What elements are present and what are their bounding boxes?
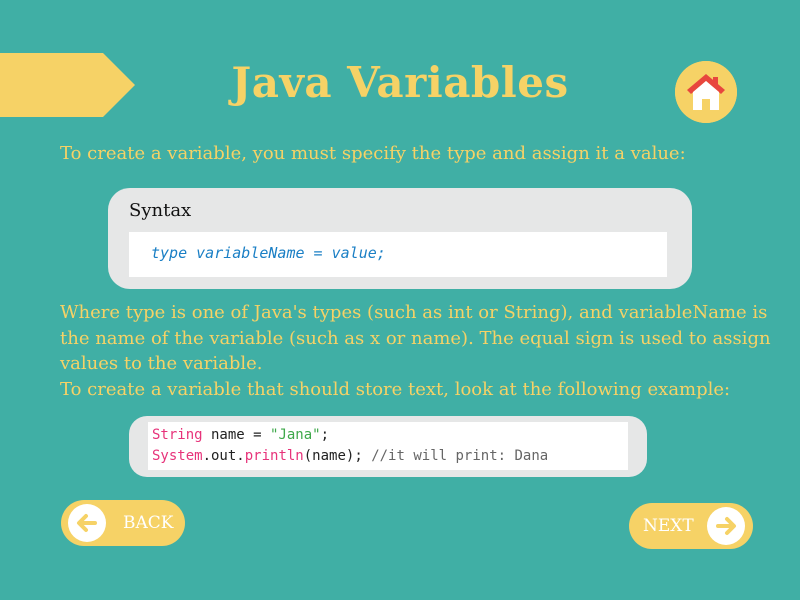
code-text: name = bbox=[202, 427, 271, 443]
code-string-literal: "Jana" bbox=[270, 427, 321, 443]
code-line-1: String name = "Jana"; bbox=[152, 425, 624, 446]
next-button[interactable]: NEXT bbox=[629, 503, 753, 549]
arrow-right-icon bbox=[716, 517, 736, 535]
explanation-text: Where type is one of Java's types (such … bbox=[60, 300, 780, 402]
back-button[interactable]: BACK bbox=[61, 500, 185, 546]
intro-text: To create a variable, you must specify t… bbox=[60, 143, 686, 164]
next-icon-circle bbox=[707, 507, 745, 545]
syntax-code-block: type variableName = value; bbox=[129, 232, 667, 277]
example-code-block: String name = "Jana"; System.out.println(… bbox=[148, 422, 628, 470]
back-icon-circle bbox=[68, 504, 106, 542]
explanation-paragraph: Where type is one of Java's types (such … bbox=[60, 302, 771, 374]
home-icon bbox=[675, 61, 737, 123]
code-text: .out. bbox=[202, 448, 245, 464]
home-button[interactable] bbox=[675, 61, 737, 123]
next-label: NEXT bbox=[643, 516, 694, 536]
code-text: ; bbox=[320, 427, 330, 443]
syntax-label: Syntax bbox=[129, 200, 192, 221]
example-intro: To create a variable that should store t… bbox=[60, 378, 731, 400]
code-line-2: System.out.println(name); //it will prin… bbox=[152, 446, 624, 467]
back-label: BACK bbox=[123, 513, 174, 533]
code-text: (name); bbox=[303, 448, 372, 464]
syntax-panel: Syntax type variableName = value; bbox=[108, 188, 692, 289]
syntax-code: type variableName = value; bbox=[151, 244, 386, 262]
arrow-left-icon bbox=[77, 514, 97, 532]
code-comment: //it will print: Dana bbox=[371, 448, 549, 464]
code-method-keyword: println bbox=[244, 448, 304, 464]
code-class-keyword: System bbox=[152, 448, 203, 464]
code-type-keyword: String bbox=[152, 427, 203, 443]
example-panel: String name = "Jana"; System.out.println(… bbox=[129, 416, 647, 477]
